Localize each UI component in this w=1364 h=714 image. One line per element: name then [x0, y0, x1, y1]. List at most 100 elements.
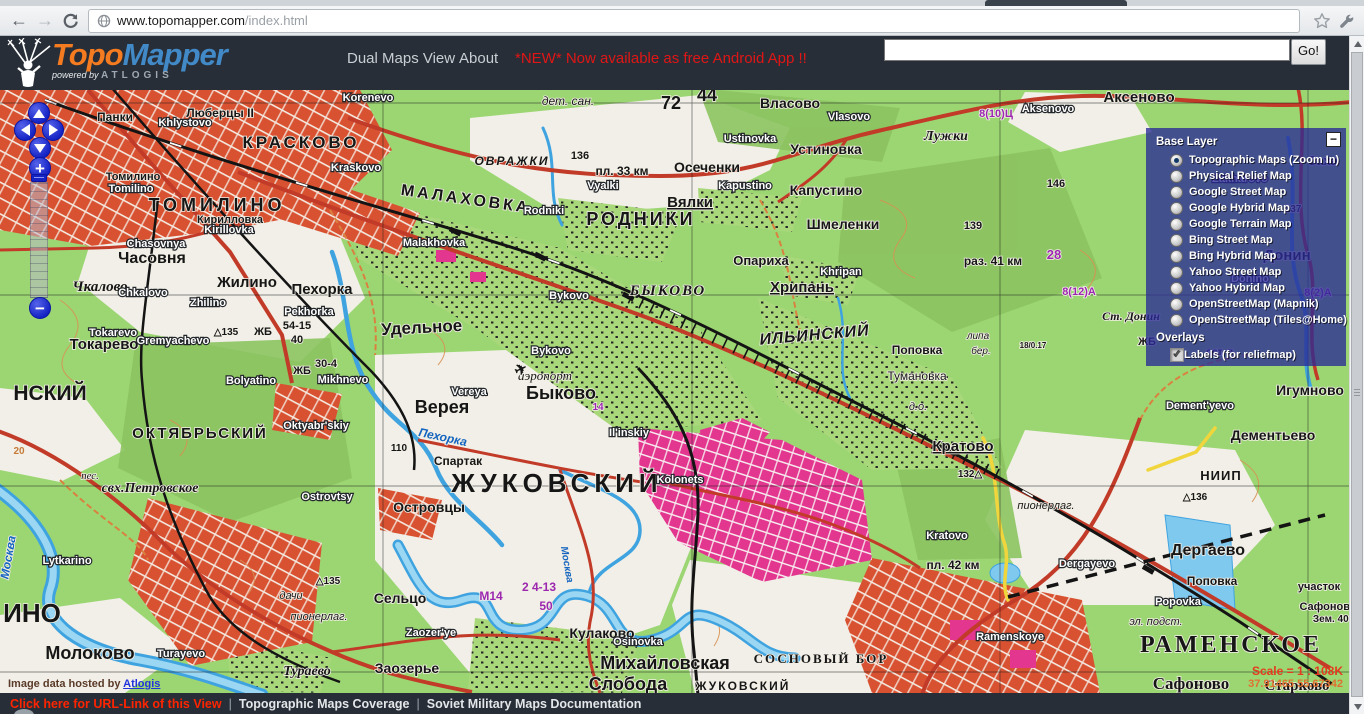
map-label: эл. подст. — [1129, 616, 1182, 628]
base-layer-option[interactable]: Physical Relief Map — [1170, 168, 1340, 184]
map-overlay-label: Oktyabr'skiy — [283, 420, 349, 432]
map-label: Поповка — [1187, 574, 1238, 588]
base-layer-option[interactable]: Google Hybrid Map — [1170, 200, 1340, 216]
map-label: НИИП — [1200, 468, 1241, 483]
search-input[interactable] — [884, 39, 1290, 61]
base-layer-label: Google Terrain Map — [1189, 218, 1291, 230]
zoom-slider-track[interactable] — [30, 182, 48, 298]
map-label: Томилино — [106, 171, 161, 183]
map-label: д.о. — [909, 401, 927, 413]
site-header: TopoMapper powered by ATLOGIS Dual Maps … — [0, 36, 1364, 90]
base-layer-option[interactable]: Bing Hybrid Map — [1170, 248, 1340, 264]
forward-button[interactable]: → — [32, 9, 58, 33]
overlay-option[interactable]: Labels (for reliefmap) — [1170, 347, 1340, 363]
base-layer-label: Google Hybrid Map — [1189, 202, 1290, 214]
map-label: СОСНОВЫЙ БОР — [754, 651, 889, 666]
base-layer-option[interactable]: OpenStreetMap (Mapnik) — [1170, 296, 1340, 312]
base-layer-option[interactable]: Google Terrain Map — [1170, 216, 1340, 232]
map-label: Спартак — [434, 454, 483, 468]
map-overlay-label: Gremyachevo — [137, 335, 210, 347]
nav-about[interactable]: About — [459, 50, 498, 67]
scroll-up-button[interactable] — [1350, 36, 1364, 51]
radio-button-icon[interactable] — [1170, 186, 1183, 199]
pan-left-button[interactable] — [14, 119, 36, 141]
map-label: Тумановка — [887, 369, 947, 383]
radio-button-icon[interactable] — [1170, 218, 1183, 231]
base-layer-label: Bing Hybrid Map — [1189, 250, 1276, 262]
base-layer-option[interactable]: OpenStreetMap (Tiles@Home) — [1170, 312, 1340, 328]
bookmark-star-button[interactable] — [1310, 9, 1334, 33]
map-overlay-label: Vyalki — [587, 180, 618, 192]
base-layer-option[interactable]: Yahoo Street Map — [1170, 264, 1340, 280]
map-label: бер. — [971, 345, 991, 357]
map-label: Зем. 400-4 — [1313, 614, 1349, 625]
map-overlay-label: Mikhnevo — [318, 374, 369, 386]
radio-button-icon[interactable] — [1170, 266, 1183, 279]
right-arrow-icon — [49, 124, 58, 136]
map-overlay-label: Popovka — [1155, 596, 1202, 608]
radio-button-icon[interactable] — [1170, 202, 1183, 215]
map-label: ИНО — [3, 598, 61, 628]
map-overlay-label: Rodniki — [524, 205, 564, 217]
status-link[interactable]: Click here for URL-Link of this View — [10, 697, 222, 711]
radio-button-icon[interactable] — [1170, 314, 1183, 327]
base-layer-list: Topographic Maps (Zoom In)Physical Relie… — [1154, 152, 1340, 328]
minimize-panel-button[interactable]: − — [1326, 132, 1341, 147]
map-label: 72 — [661, 93, 681, 113]
radio-button-icon[interactable] — [1170, 250, 1183, 263]
map-overlay-label: Kapustino — [718, 180, 772, 192]
map-overlay-label: Tokarevo — [89, 327, 137, 339]
radio-button-icon[interactable] — [1170, 298, 1183, 311]
status-link[interactable]: Soviet Military Maps Documentation — [427, 697, 642, 711]
map-label: НСКИЙ — [13, 381, 86, 405]
scale-readout: Scale = 1 : 108K 37.91465 55.67342 — [1248, 665, 1343, 691]
base-layer-option[interactable]: Google Street Map — [1170, 184, 1340, 200]
overlay-label: Labels (for reliefmap) — [1184, 349, 1296, 361]
star-icon — [1313, 12, 1331, 30]
reload-button[interactable] — [58, 9, 82, 33]
map-label: Осеченки — [674, 159, 740, 175]
back-button[interactable]: ← — [6, 9, 32, 33]
site-logo[interactable]: TopoMapper powered by ATLOGIS — [6, 38, 227, 88]
topomapper-antenna-icon — [6, 38, 52, 88]
settings-wrench-button[interactable] — [1334, 9, 1358, 33]
page-scrollbar[interactable] — [1349, 36, 1364, 714]
map-label: пионерлаг. — [290, 611, 347, 623]
map-label: 18/0.17 — [1020, 341, 1047, 350]
atlogis-brand: ATLOGIS — [101, 70, 173, 81]
radio-button-icon[interactable] — [1170, 170, 1183, 183]
map-label: Панки — [97, 110, 133, 124]
zoom-slider-handle[interactable] — [31, 174, 47, 182]
checkbox-icon[interactable] — [1170, 348, 1184, 362]
url-bar[interactable]: www.topomapper.com/index.html — [88, 9, 1300, 33]
map-overlay-label: Kraskovo — [331, 162, 381, 174]
map-label: 139 — [964, 220, 982, 232]
map-overlay-label: Pekhorka — [284, 306, 334, 318]
map-label: Сафоново — [1299, 601, 1349, 613]
scrollbar-thumb[interactable] — [1351, 52, 1363, 697]
wordmark: TopoMapper — [52, 38, 227, 72]
map-overlay-label: Khripan — [820, 266, 862, 278]
scroll-down-button[interactable] — [1350, 699, 1364, 714]
nav-dual-maps-view[interactable]: Dual Maps View — [347, 50, 455, 67]
map-label: БЫКОВО — [629, 283, 707, 299]
atlogis-link[interactable]: Atlogis — [123, 678, 160, 690]
url-domain: www.topomapper.com — [117, 13, 245, 28]
browser-toolbar: ← → www.topomapper.com/index.html — [0, 6, 1364, 36]
scroll-up-icon — [1354, 41, 1362, 47]
status-link[interactable]: Topographic Maps Coverage — [239, 697, 410, 711]
map-viewport: ПанкиЛюберцы IIКРАСКОВОТОМИЛИНОТомилиноК… — [0, 90, 1349, 693]
radio-button-icon[interactable] — [1170, 234, 1183, 247]
zoom-out-button[interactable]: − — [29, 297, 51, 319]
map-label: 110 — [391, 443, 408, 454]
map-overlay-label: Vlasovo — [828, 111, 870, 123]
base-layer-option[interactable]: Yahoo Hybrid Map — [1170, 280, 1340, 296]
pan-down-button[interactable] — [29, 137, 51, 159]
radio-button-icon[interactable] — [1170, 154, 1183, 167]
map-label: Хрипань — [770, 279, 834, 296]
base-layer-option[interactable]: Bing Street Map — [1170, 232, 1340, 248]
go-button[interactable]: Go! — [1291, 39, 1326, 65]
base-layer-option[interactable]: Topographic Maps (Zoom In) — [1170, 152, 1340, 168]
radio-button-icon[interactable] — [1170, 282, 1183, 295]
map-label: дет. сан. — [542, 94, 594, 108]
